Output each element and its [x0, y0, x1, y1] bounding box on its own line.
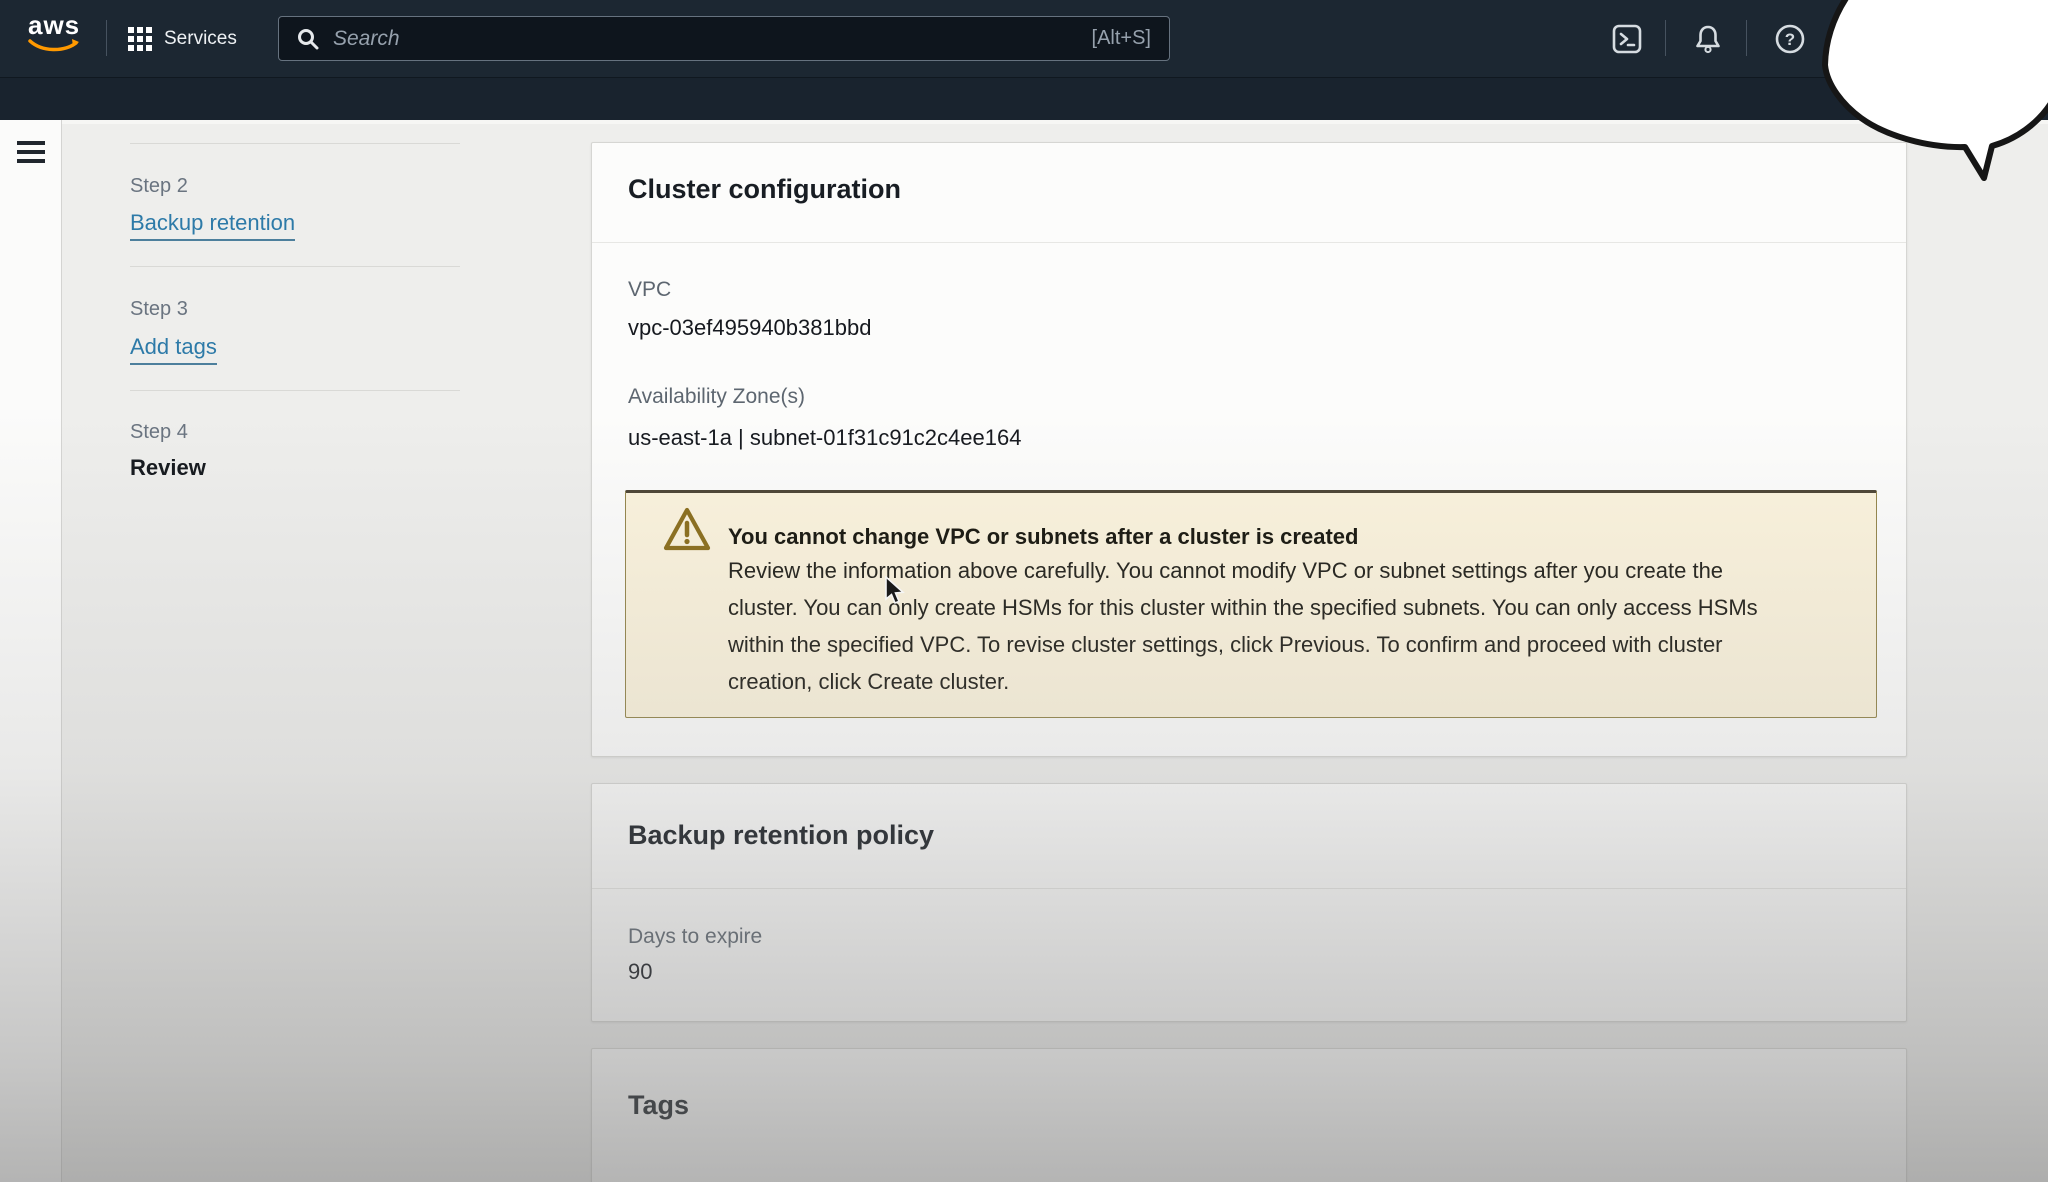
svg-text:?: ? — [1785, 30, 1795, 49]
search-icon — [297, 28, 319, 50]
step-3-label: Step 3 — [130, 298, 188, 321]
warning-text-line: creation, click Create cluster. — [728, 669, 1009, 695]
cluster-configuration-title: Cluster configuration — [628, 174, 901, 205]
backup-retention-policy-panel — [591, 783, 1907, 1022]
aws-smile-icon — [28, 38, 80, 56]
step-4-label: Step 4 — [130, 421, 188, 444]
tags-title: Tags — [628, 1090, 689, 1121]
step-3-link-add-tags[interactable]: Add tags — [130, 334, 217, 365]
step-divider — [130, 266, 460, 267]
content-top-divider — [0, 120, 2048, 124]
tags-panel — [591, 1048, 1907, 1182]
days-to-expire-label: Days to expire — [628, 925, 762, 949]
nav-divider — [106, 20, 107, 56]
warning-text-line: cluster. You can only create HSMs for th… — [728, 595, 1758, 621]
panel-header-divider — [592, 242, 1906, 243]
aws-console-screen: aws Services [Alt+S] — [0, 0, 2048, 1182]
aws-logo-text: aws — [28, 12, 80, 38]
aws-logo[interactable]: aws — [28, 12, 80, 62]
vpc-value: vpc-03ef495940b381bbd — [628, 315, 871, 341]
warning-text-line: within the specified VPC. To revise clus… — [728, 632, 1723, 658]
warning-title: You cannot change VPC or subnets after a… — [728, 524, 1358, 550]
services-menu-button[interactable]: Services — [128, 20, 237, 58]
top-navigation-bar: aws Services [Alt+S] — [0, 0, 2048, 77]
step-divider — [130, 143, 460, 144]
availability-zones-value: us-east-1a | subnet-01f31c91c2c4ee164 — [628, 425, 1021, 451]
services-grid-icon — [128, 27, 152, 51]
search-shortcut-hint: [Alt+S] — [1092, 27, 1151, 50]
nav-divider — [1665, 20, 1666, 56]
search-input[interactable] — [333, 27, 1078, 51]
service-breadcrumb-bar — [0, 77, 2048, 120]
availability-zones-label: Availability Zone(s) — [628, 385, 805, 409]
menu-hamburger-icon[interactable] — [17, 141, 45, 167]
days-to-expire-value: 90 — [628, 959, 652, 985]
warning-text-line: Review the information above carefully. … — [728, 558, 1723, 584]
cloudshell-terminal-icon[interactable] — [1608, 20, 1646, 58]
notifications-bell-icon[interactable] — [1689, 20, 1727, 58]
nav-divider — [1746, 20, 1747, 56]
panel-header-divider — [592, 888, 1906, 889]
warning-triangle-icon — [663, 506, 711, 557]
collapsed-sidenav-rail — [0, 120, 62, 1182]
backup-retention-policy-title: Backup retention policy — [628, 820, 934, 851]
step-divider — [130, 390, 460, 391]
nav-divider — [1832, 20, 1833, 56]
step-4-current-review: Review — [130, 455, 206, 481]
vpc-label: VPC — [628, 278, 671, 302]
help-icon[interactable]: ? — [1771, 20, 1809, 58]
services-label: Services — [164, 28, 237, 50]
step-2-link-backup-retention[interactable]: Backup retention — [130, 210, 295, 241]
step-2-label: Step 2 — [130, 175, 188, 198]
global-search-box[interactable]: [Alt+S] — [278, 16, 1170, 61]
